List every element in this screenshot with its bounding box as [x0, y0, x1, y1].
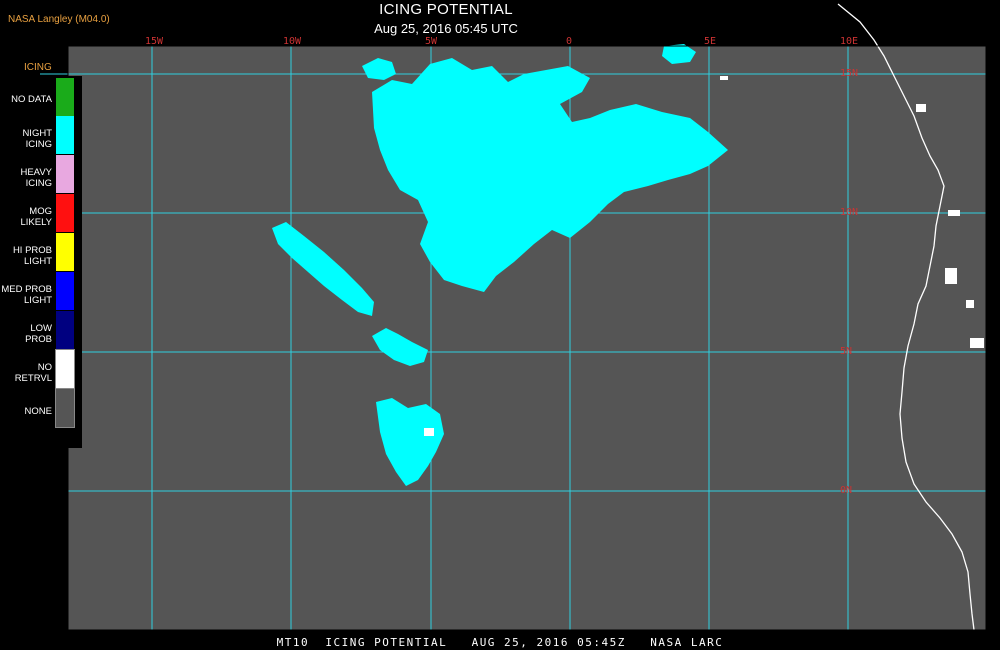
legend-label-no-retrvl: NO RETRVL — [14, 362, 52, 384]
lon-label-15w: 15W — [145, 36, 164, 47]
legend: NO DATA NIGHT ICING HEAVY ICING MOG LIKE… — [0, 76, 82, 448]
legend-label-none: NONE — [24, 406, 52, 417]
lat-label-15n: 15N — [840, 68, 859, 79]
lon-label-10e: 10E — [840, 36, 859, 47]
footer-caption: MT10 ICING POTENTIAL AUG 25, 2016 05:45Z… — [276, 636, 724, 649]
legend-swatch-none — [55, 388, 75, 428]
lon-label-5e: 5E — [704, 36, 717, 47]
legend-swatch-night-icing — [56, 116, 74, 154]
legend-swatch-mog-likely — [56, 194, 74, 232]
lat-label-10n: 10N — [840, 207, 859, 218]
legend-label-heavy-icing: HEAVY ICING — [20, 167, 52, 189]
legend-swatch-no-data — [56, 78, 74, 116]
legend-label-med-prob-light: MED PROB LIGHT — [1, 284, 52, 306]
legend-label-mog-likely: MOG LIKELY — [20, 206, 52, 228]
legend-swatch-hi-prob-light — [56, 233, 74, 271]
no-retrieval-patch — [966, 300, 974, 308]
legend-swatch-heavy-icing — [56, 155, 74, 193]
no-retrieval-patch — [424, 428, 434, 436]
no-retrieval-patch — [945, 268, 957, 284]
legend-swatch-med-prob-light — [56, 272, 74, 310]
lon-label-0: 0 — [566, 36, 573, 47]
no-retrieval-patch — [916, 104, 926, 112]
no-retrieval-patch — [720, 76, 728, 80]
legend-label-no-data: NO DATA — [11, 94, 52, 105]
legend-swatch-low-prob — [56, 311, 74, 349]
legend-label-hi-prob-light: HI PROB LIGHT — [12, 245, 52, 267]
legend-swatch-no-retrvl — [55, 349, 75, 389]
lat-label-5n: 5N — [840, 346, 853, 357]
lon-label-5w: 5W — [425, 36, 438, 47]
map-title: ICING POTENTIAL — [379, 1, 513, 18]
no-retrieval-patch — [948, 210, 960, 216]
icing-map — [40, 3, 987, 631]
legend-title: ICING — [24, 62, 52, 73]
map-subtitle: Aug 25, 2016 05:45 UTC — [374, 21, 518, 36]
legend-label-night-icing: NIGHT ICING — [22, 128, 52, 150]
no-retrieval-patch — [970, 338, 984, 348]
lat-label-0n: 0N — [840, 485, 853, 496]
legend-label-low-prob: LOW PROB — [25, 323, 52, 345]
lon-label-10w: 10W — [283, 36, 302, 47]
